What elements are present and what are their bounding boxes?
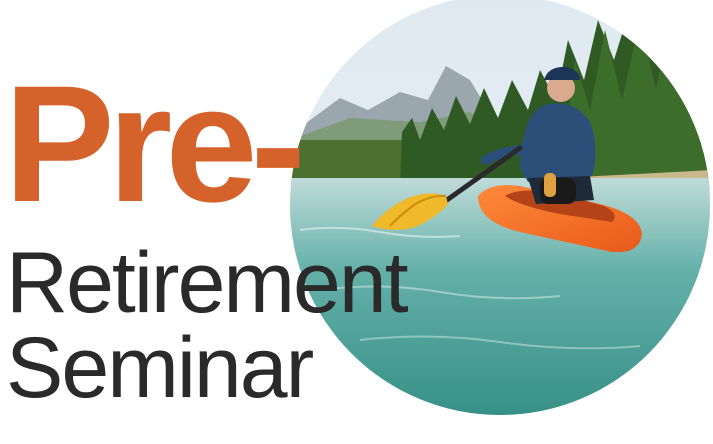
seminar-banner: Pre- Retirement Seminar: [0, 0, 713, 444]
photo-scene: [290, 0, 710, 415]
kayak-lake-photo: [290, 0, 710, 415]
